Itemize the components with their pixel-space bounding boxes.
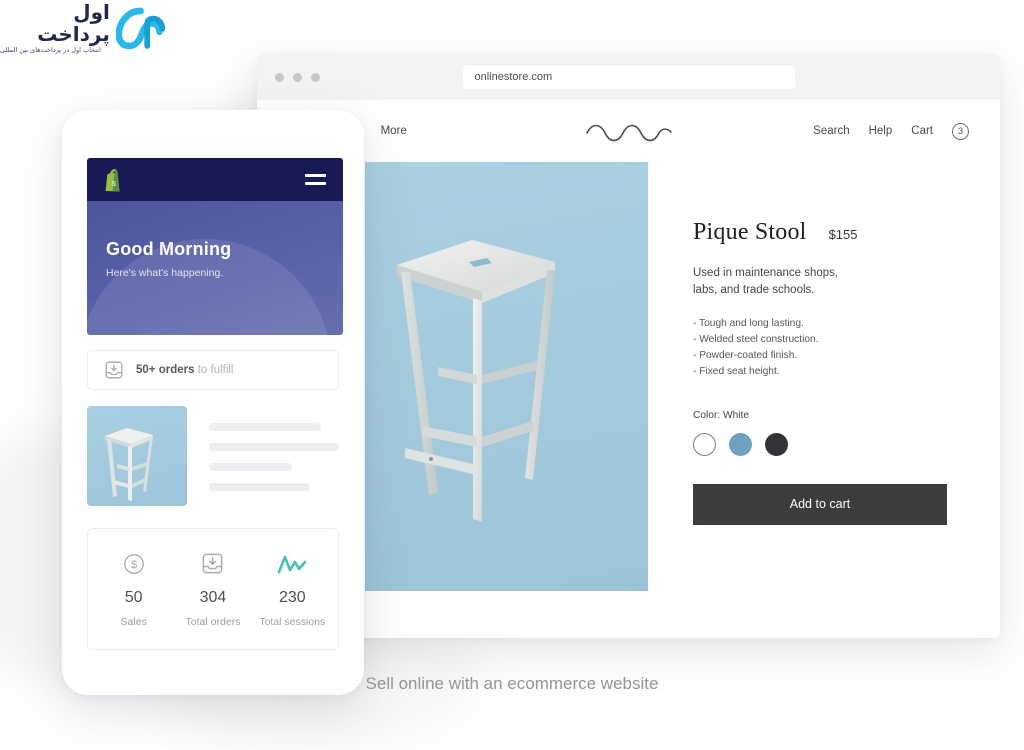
product-title-row: Pique Stool $155 [693, 219, 961, 246]
brand-tagline: انتخاب اول در پرداخت‌های بین المللی [0, 46, 101, 55]
list-item: - Welded steel construction. [693, 334, 819, 346]
minimize-dot[interactable] [293, 72, 302, 82]
stat-value: 50 [124, 588, 143, 606]
stool-thumbnail-illustration [105, 428, 153, 501]
nav-cart[interactable]: Cart [911, 125, 933, 137]
stat-label: Total orders [185, 615, 241, 628]
list-item: - Powder-coated finish. [693, 349, 798, 361]
close-dot[interactable] [275, 72, 284, 82]
greeting-subtitle: Here's what's happening. [106, 267, 224, 279]
url-text: onlinestore.com [474, 71, 553, 83]
orders-to-fulfill-card[interactable]: 50+ orders to fulfill [87, 350, 339, 390]
stat-value: 304 [199, 588, 227, 606]
skeleton-line [209, 423, 321, 431]
product-list-item[interactable] [87, 406, 339, 506]
skeleton-line [209, 483, 311, 491]
cart-count-badge: 3 [952, 122, 969, 140]
address-bar[interactable]: onlinestore.com [462, 65, 795, 89]
product-image [365, 162, 648, 591]
skeleton-line [209, 443, 339, 451]
fulfill-count: 50+ orders [136, 364, 195, 376]
nav-search[interactable]: Search [813, 125, 849, 137]
stats-card: $ 50 Sales 304 Total orders 230 Total se… [87, 528, 339, 650]
color-swatch-group [693, 432, 961, 456]
swatch-blue[interactable] [729, 432, 752, 456]
wave-logo-icon[interactable] [584, 120, 674, 142]
product-title: Pique Stool [693, 219, 807, 245]
stat-total-orders[interactable]: 304 Total orders [174, 551, 252, 628]
nav-right-group: Search Help Cart 3 [813, 122, 969, 140]
stat-total-sessions[interactable]: 230 Total sessions [253, 551, 331, 628]
hamburger-menu-icon[interactable] [305, 174, 326, 185]
product-feature-list: - Tough and long lasting. - Welded steel… [693, 316, 961, 379]
brand-logo: اول پرداخت انتخاب اول در پرداخت‌های بین … [0, 1, 165, 55]
nav-help[interactable]: Help [869, 125, 893, 137]
phone-mockup: s Good Morning Here's what's happening. … [62, 110, 364, 695]
stat-sales[interactable]: $ 50 Sales [95, 551, 173, 628]
sparkline-icon [277, 551, 307, 577]
skeleton-line [209, 463, 293, 471]
skeleton-placeholder [209, 406, 339, 491]
stat-value: 230 [278, 588, 306, 606]
color-label: Color: White [693, 409, 750, 421]
swatch-dark[interactable] [765, 432, 788, 456]
product-description: Used in maintenance shops, labs, and tra… [693, 267, 839, 296]
page-caption: Sell online with an ecommerce website [365, 674, 659, 693]
phone-hero: s Good Morning Here's what's happening. [87, 158, 343, 335]
add-to-cart-button[interactable]: Add to cart [693, 483, 947, 525]
brand-text-block: اول پرداخت انتخاب اول در پرداخت‌های بین … [0, 1, 114, 55]
list-item: - Tough and long lasting. [693, 318, 804, 330]
svg-text:s: s [112, 177, 116, 189]
nav-more[interactable]: More [381, 125, 407, 137]
dollar-circle-icon: $ [123, 551, 145, 577]
ap-logo-icon [115, 7, 165, 49]
list-item: - Fixed seat height. [693, 365, 780, 377]
brand-name: اول پرداخت [37, 0, 110, 47]
maximize-dot[interactable] [311, 72, 320, 82]
stat-label: Sales [120, 615, 147, 628]
inbox-download-icon [202, 551, 223, 577]
stool-illustration [397, 240, 555, 522]
svg-text:$: $ [131, 559, 137, 571]
product-price: $155 [828, 227, 858, 242]
browser-window: onlinestore.com Outdoor More Search Help… [257, 54, 1000, 638]
fulfill-suffix: to fulfill [194, 364, 234, 376]
swatch-white[interactable] [693, 432, 716, 456]
browser-chrome: onlinestore.com [257, 54, 1000, 100]
phone-app-bar: s [87, 158, 343, 201]
traffic-lights [275, 72, 320, 82]
product-thumbnail [87, 406, 187, 506]
shopify-bag-icon: s [105, 168, 120, 192]
phone-hero-body: Good Morning Here's what's happening. [87, 201, 343, 335]
greeting-title: Good Morning [106, 239, 232, 259]
stat-label: Total sessions [259, 615, 326, 628]
inbox-download-icon [105, 361, 123, 379]
product-info-panel: Pique Stool $155 Used in maintenance sho… [693, 219, 961, 525]
fulfill-text: 50+ orders to fulfill [136, 364, 234, 376]
site-navigation: Outdoor More Search Help Cart 3 [257, 100, 1000, 162]
